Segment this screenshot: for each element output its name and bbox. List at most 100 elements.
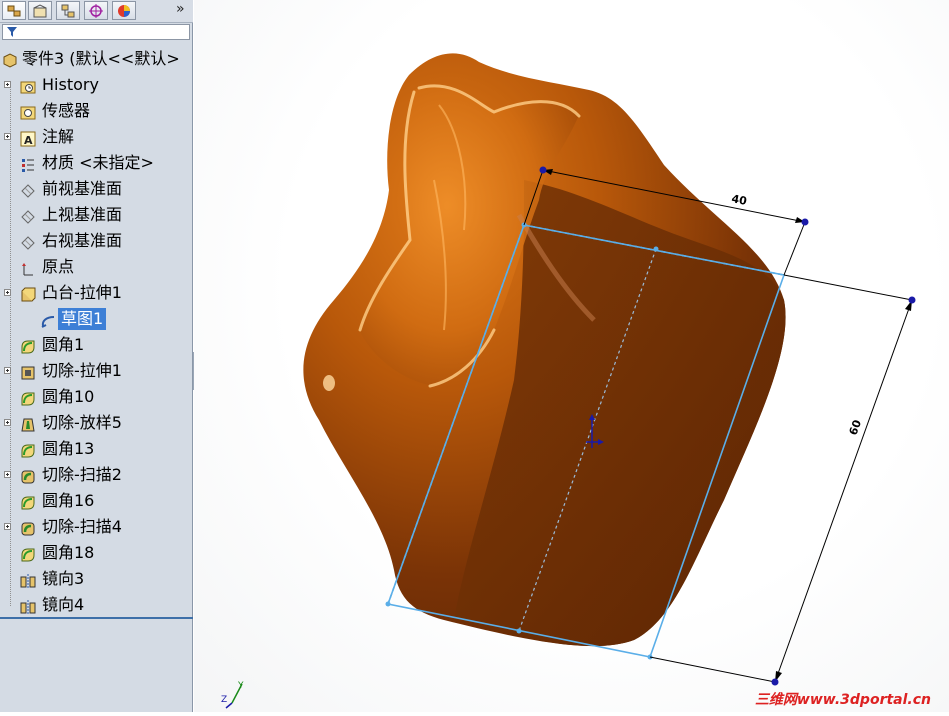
- tree-item-label: 圆角10: [42, 387, 95, 406]
- cut-sweep-icon: [20, 519, 36, 536]
- display-manager-tab[interactable]: [112, 1, 136, 20]
- tree-item-label: 切除-放样5: [42, 413, 122, 432]
- sketch-icon: [40, 311, 56, 328]
- property-manager-tab[interactable]: [28, 1, 52, 20]
- tree-item-label: 圆角18: [42, 543, 95, 562]
- tree-item-label: 传感器: [42, 101, 91, 120]
- tree-item[interactable]: 镜向3: [0, 566, 193, 592]
- property-icon: [33, 4, 47, 18]
- tree-item[interactable]: History: [0, 72, 193, 98]
- part-icon: [2, 51, 18, 68]
- tree-item[interactable]: A 注解: [0, 124, 193, 150]
- view-triad: Y Z: [221, 681, 244, 709]
- plane-icon: [20, 181, 36, 198]
- feature-manager-tab[interactable]: [2, 1, 26, 20]
- tree-item-label: 镜向4: [42, 595, 85, 614]
- tree-item-label: 材质 <未指定>: [42, 153, 154, 172]
- fillet-icon: [20, 545, 36, 562]
- tree-item[interactable]: 右视基准面: [0, 228, 193, 254]
- boss-extrude-icon: [20, 285, 36, 302]
- tree-item-label: 切除-扫描4: [42, 517, 122, 536]
- tree-item-label: 圆角16: [42, 491, 95, 510]
- watermark: 三维网www.3dportal.cn: [754, 692, 931, 708]
- tree-item[interactable]: 圆角16: [0, 488, 193, 514]
- tree-item[interactable]: 草图1: [0, 306, 193, 332]
- annotation-icon: A: [20, 129, 36, 147]
- tree-item[interactable]: 传感器: [0, 98, 193, 124]
- tree-item-label: History: [42, 75, 99, 94]
- sketch-point[interactable]: [653, 246, 659, 252]
- sketch-point[interactable]: [385, 601, 391, 607]
- tree-item-label: 注解: [42, 127, 75, 146]
- tree-item[interactable]: 前视基准面: [0, 176, 193, 202]
- cut-extrude-icon: [20, 363, 36, 380]
- tree-item-label: 镜向3: [42, 569, 85, 588]
- triad-y-label: Y: [237, 681, 244, 691]
- dimension-extension-line: [649, 656, 776, 683]
- tree-item[interactable]: 圆角10: [0, 384, 193, 410]
- fillet-icon: [20, 441, 36, 458]
- filter-icon: [7, 27, 17, 37]
- tree-filter[interactable]: [2, 24, 190, 40]
- dimension-handle[interactable]: [908, 296, 916, 304]
- dimxpert-tab[interactable]: [84, 1, 108, 20]
- origin-icon: [20, 259, 36, 276]
- graphics-area[interactable]: 40 60 Y Z 三维网www.3dportal.cn: [194, 0, 949, 712]
- cut-sweep-icon: [20, 467, 36, 484]
- feature-tree-icon: [7, 5, 21, 17]
- tree-item[interactable]: 镜向4: [0, 592, 193, 618]
- history-folder-icon: [20, 77, 36, 94]
- sensor-icon: [20, 103, 36, 120]
- expand-toggle-icon[interactable]: [4, 523, 11, 530]
- mirror-icon: [20, 571, 36, 589]
- dimension-handle[interactable]: [771, 678, 779, 686]
- sketch-point[interactable]: [516, 628, 522, 634]
- crosshair-icon: [89, 4, 103, 18]
- tree-item-label: 右视基准面: [42, 231, 123, 250]
- tree-item-label: 凸台-拉伸1: [42, 283, 122, 302]
- tree-end-marker: [0, 617, 193, 619]
- svg-text:A: A: [24, 134, 33, 147]
- tree-item-label: 原点: [42, 257, 75, 276]
- dimension-handle[interactable]: [801, 218, 809, 226]
- mirror-icon: [20, 597, 36, 615]
- expand-toggle-icon[interactable]: [4, 471, 11, 478]
- model-view[interactable]: 40 60 Y Z: [194, 0, 949, 712]
- fillet-icon: [20, 389, 36, 406]
- tree-item-label: 草图1: [58, 308, 107, 330]
- tree-item[interactable]: 切除-扫描4: [0, 514, 193, 540]
- tree-item[interactable]: 切除-扫描2: [0, 462, 193, 488]
- dimension-value-height[interactable]: 60: [847, 418, 865, 437]
- cut-loft-icon: [20, 415, 36, 432]
- expand-toggle-icon[interactable]: [4, 289, 11, 296]
- tree-item[interactable]: 凸台-拉伸1: [0, 280, 193, 306]
- expand-toggle-icon[interactable]: [4, 81, 11, 88]
- tree-item[interactable]: 原点: [0, 254, 193, 280]
- expand-toggle-icon[interactable]: [4, 133, 11, 140]
- tree-item[interactable]: 圆角18: [0, 540, 193, 566]
- tree-root[interactable]: 零件3 (默认<<默认>: [0, 46, 193, 72]
- dimension-line-height[interactable]: [774, 299, 913, 683]
- tree-item[interactable]: 上视基准面: [0, 202, 193, 228]
- feature-manager-panel: » 零件3 (默认<<默认> History 传感器 A 注解材质 <未指定> 前视基准面…: [0, 0, 193, 712]
- dimension-handle[interactable]: [539, 166, 547, 174]
- highlight-spot: [323, 375, 335, 391]
- tree-item[interactable]: 切除-拉伸1: [0, 358, 193, 384]
- overflow-chevron-icon[interactable]: »: [176, 1, 185, 17]
- triad-z-label: Z: [221, 695, 227, 705]
- expand-toggle-icon[interactable]: [4, 419, 11, 426]
- dimension-value-width[interactable]: 40: [730, 192, 748, 208]
- configuration-icon: [61, 4, 75, 18]
- manager-tab-bar: »: [0, 0, 193, 23]
- plane-icon: [20, 233, 36, 250]
- tree-item[interactable]: 圆角1: [0, 332, 193, 358]
- tree-item[interactable]: 切除-放样5: [0, 410, 193, 436]
- configuration-manager-tab[interactable]: [56, 1, 80, 20]
- tree-item[interactable]: 材质 <未指定>: [0, 150, 193, 176]
- color-wheel-icon: [118, 5, 130, 17]
- fillet-icon: [20, 337, 36, 354]
- tree-item-label: 圆角13: [42, 439, 95, 458]
- plane-icon: [20, 207, 36, 224]
- expand-toggle-icon[interactable]: [4, 367, 11, 374]
- tree-item[interactable]: 圆角13: [0, 436, 193, 462]
